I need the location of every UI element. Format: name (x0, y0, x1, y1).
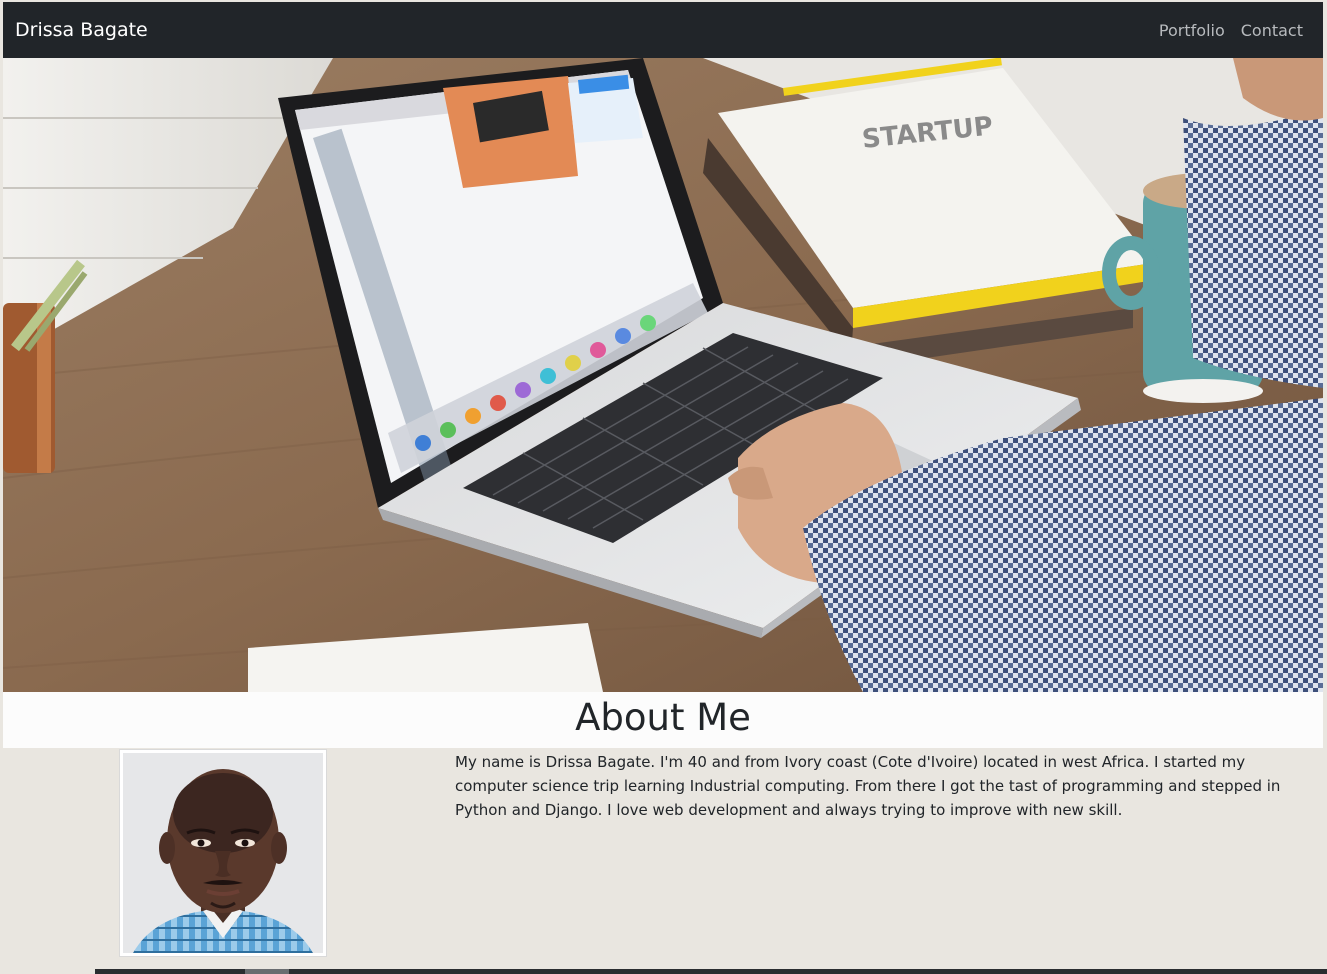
horizontal-scrollbar[interactable] (95, 969, 1327, 974)
hero-image: STARTUP (3, 58, 1323, 692)
profile-photo (119, 749, 327, 957)
scrollbar-thumb[interactable] (245, 969, 289, 974)
navbar: Drissa Bagate Portfolio Contact (3, 2, 1323, 58)
about-header-band: About Me (3, 692, 1323, 748)
laptop-desk-photo: STARTUP (3, 58, 1323, 692)
nav-links: Portfolio Contact (1159, 21, 1303, 40)
nav-link-portfolio[interactable]: Portfolio (1159, 21, 1225, 40)
about-title: About Me (575, 696, 751, 739)
page: Drissa Bagate Portfolio Contact STARTUP … (0, 0, 1327, 974)
brand-link[interactable]: Drissa Bagate (15, 19, 148, 41)
profile-photo-image (123, 753, 323, 953)
nav-link-contact[interactable]: Contact (1241, 21, 1303, 40)
about-bio: My name is Drissa Bagate. I'm 40 and fro… (455, 753, 1281, 819)
